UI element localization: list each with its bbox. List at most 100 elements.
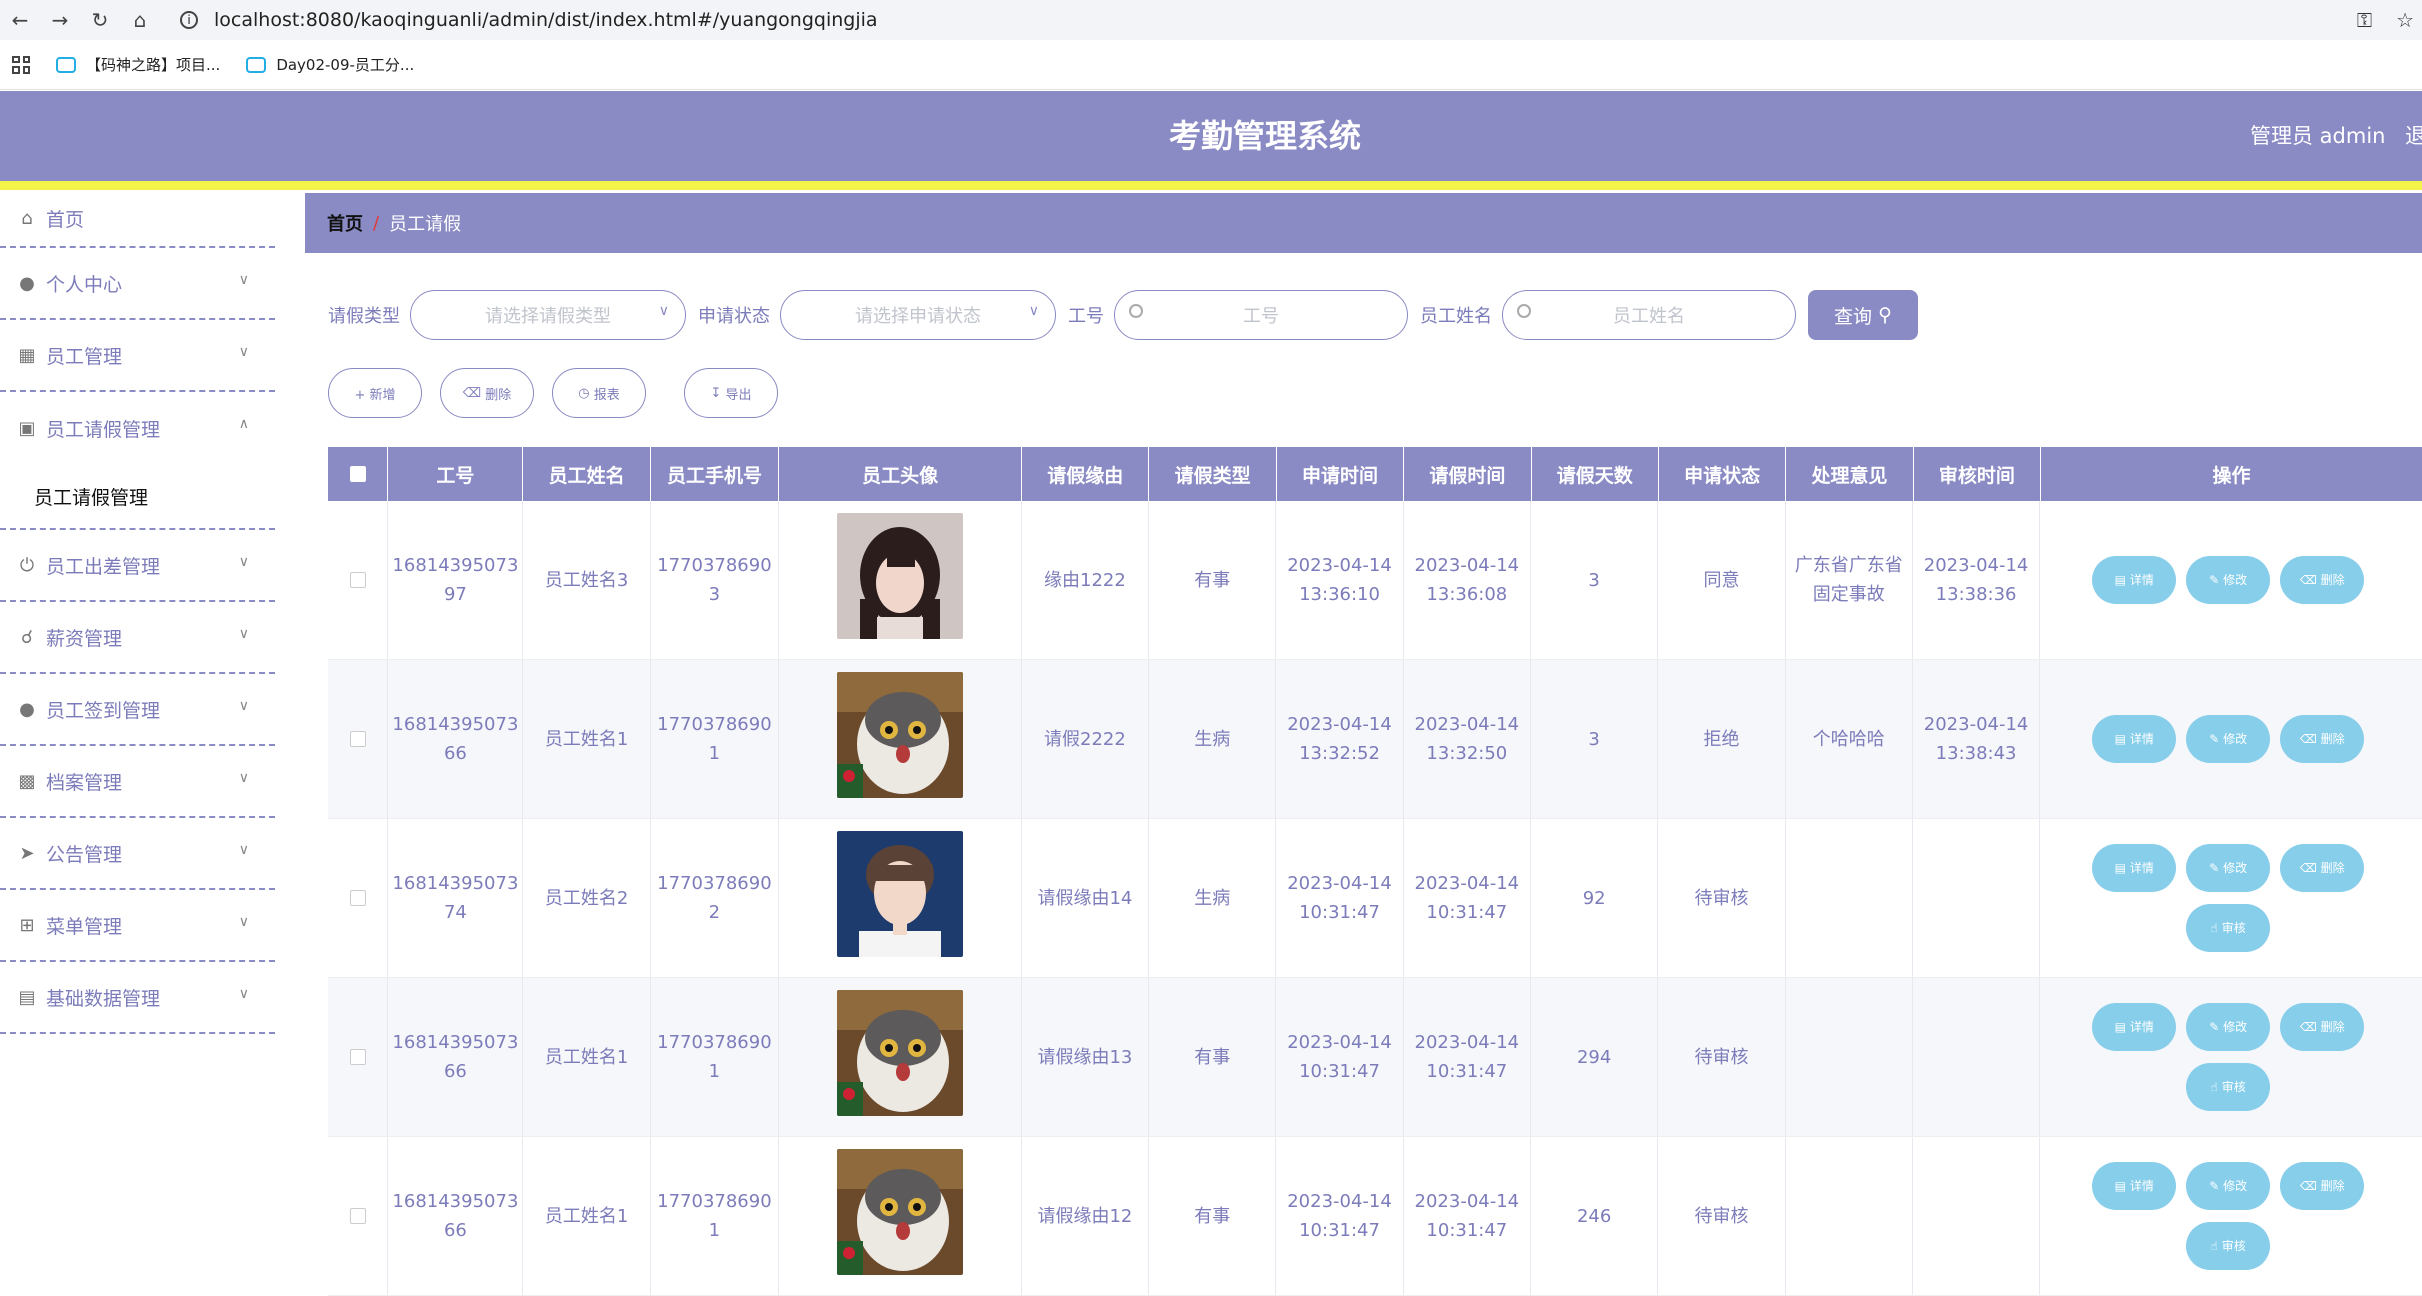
- header-audit-time[interactable]: 审核时间: [1914, 447, 2041, 501]
- cell-type: 有事: [1149, 1137, 1277, 1295]
- sidebar-item-menus[interactable]: ⊞ 菜单管理 ∨: [0, 890, 275, 962]
- sidebar-item-base-data[interactable]: ▤ 基础数据管理 ∨: [0, 962, 275, 1034]
- briefcase-icon: ▣: [18, 417, 36, 439]
- back-icon[interactable]: ←: [0, 0, 40, 40]
- header-type[interactable]: 请假类型: [1149, 447, 1277, 501]
- delete-row-button[interactable]: ⌫ 删除: [2280, 1162, 2365, 1210]
- add-button[interactable]: + 新增: [328, 368, 422, 418]
- export-button[interactable]: ↧ 导出: [684, 368, 778, 418]
- detail-button[interactable]: ▤ 详情: [2092, 556, 2177, 604]
- header-employee-id[interactable]: 工号: [388, 447, 524, 501]
- bookmarks-bar: 【码神之路】项目... Day02-09-员工分...: [0, 40, 2422, 90]
- header-operations: 操作: [2212, 464, 2251, 487]
- report-button[interactable]: ◷ 报表: [552, 368, 646, 418]
- edit-button[interactable]: ✎ 修改: [2186, 1003, 2271, 1051]
- cell-employee-id: 1681439507366: [388, 660, 524, 818]
- apply-status-select[interactable]: 请选择申请状态 ∨: [780, 290, 1056, 340]
- row-checkbox[interactable]: [349, 890, 366, 906]
- row-checkbox[interactable]: [349, 1049, 366, 1065]
- cell-audit-time: [1913, 819, 2041, 977]
- query-button[interactable]: 查询 ⚲: [1808, 290, 1918, 340]
- cell-avatar: [779, 501, 1022, 659]
- audit-button[interactable]: ☝ 审核: [2186, 1063, 2271, 1111]
- leave-table: 工号 员工姓名 员工手机号 员工头像 请假缘由 请假类型 申请时间 请假时间 请…: [328, 447, 2422, 1296]
- sidebar-item-signin[interactable]: ● 员工签到管理 ∨: [0, 674, 275, 746]
- row-checkbox[interactable]: [349, 1208, 366, 1224]
- detail-button[interactable]: ▤ 详情: [2092, 1003, 2177, 1051]
- cell-phone: 17703786901: [651, 978, 780, 1136]
- audit-button[interactable]: ☝ 审核: [2186, 1222, 2271, 1270]
- leave-type-select[interactable]: 请选择请假类型 ∨: [410, 290, 686, 340]
- avatar[interactable]: [836, 830, 963, 966]
- bilibili-icon: [56, 56, 76, 73]
- avatar[interactable]: [836, 671, 963, 807]
- employee-name-input[interactable]: 员工姓名: [1502, 290, 1796, 340]
- cell-employee-name: 员工姓名1: [523, 660, 651, 818]
- browser-toolbar: ← → ↻ ⌂ i localhost:8080/kaoqinguanli/ad…: [0, 0, 2422, 40]
- sidebar-item-leave[interactable]: ▣ 员工请假管理 ∧: [0, 392, 275, 464]
- header-phone[interactable]: 员工手机号: [651, 447, 780, 501]
- row-select-cell: [328, 1137, 389, 1295]
- avatar[interactable]: [836, 989, 963, 1125]
- table-body: 1681439507397 员工姓名3 17703786903 缘由1222 有事 202…: [328, 501, 2422, 1296]
- sidebar-item-salary[interactable]: ☌ 薪资管理 ∨: [0, 602, 275, 674]
- header-opinion[interactable]: 处理意见: [1786, 447, 1914, 501]
- address-bar[interactable]: i localhost:8080/kaoqinguanli/admin/dist…: [180, 4, 2340, 36]
- header-apply-time[interactable]: 申请时间: [1277, 447, 1405, 501]
- cell-leave-time: 2023-04-14 10:31:47: [1404, 819, 1531, 977]
- detail-button[interactable]: ▤ 详情: [2092, 715, 2177, 763]
- password-key-icon[interactable]: ⚿: [2357, 8, 2372, 32]
- leave-type-label: 请假类型: [328, 306, 400, 327]
- select-all-checkbox[interactable]: [349, 466, 366, 482]
- submenu-item-leave-management[interactable]: 员工请假管理: [0, 464, 275, 528]
- site-info-icon[interactable]: i: [180, 11, 198, 29]
- cell-employee-name: 员工姓名1: [523, 1137, 651, 1295]
- sidebar-item-notices[interactable]: ➤ 公告管理 ∨: [0, 818, 275, 890]
- chevron-down-icon: ∨: [238, 698, 249, 714]
- breadcrumb-home[interactable]: 首页: [327, 210, 363, 236]
- header-status[interactable]: 申请状态: [1659, 447, 1787, 501]
- header-employee-name[interactable]: 员工姓名: [523, 447, 651, 501]
- sidebar-item-home[interactable]: ⌂ 首页: [0, 190, 275, 248]
- sidebar-item-employees[interactable]: ▦ 员工管理 ∨: [0, 320, 275, 392]
- trash-icon: ⌫: [2299, 731, 2321, 746]
- home-icon[interactable]: ⌂: [120, 0, 160, 40]
- delete-button[interactable]: ⌫ 删除: [440, 368, 534, 418]
- edit-button[interactable]: ✎ 修改: [2186, 556, 2271, 604]
- sidebar-item-archives[interactable]: ▩ 档案管理 ∨: [0, 746, 275, 818]
- header-leave-time[interactable]: 请假时间: [1404, 447, 1532, 501]
- apps-icon[interactable]: [12, 55, 30, 74]
- edit-button[interactable]: ✎ 修改: [2186, 1162, 2271, 1210]
- header-avatar[interactable]: 员工头像: [779, 447, 1023, 501]
- send-icon: ➤: [19, 842, 35, 864]
- logout-link[interactable]: 退: [2405, 91, 2422, 181]
- row-checkbox[interactable]: [349, 572, 366, 588]
- bookmark-star-icon[interactable]: ☆: [2396, 8, 2414, 32]
- cell-reason: 请假2222: [1022, 660, 1150, 818]
- reload-icon[interactable]: ↻: [80, 0, 120, 40]
- header-reason[interactable]: 请假缘由: [1022, 447, 1150, 501]
- grid-icon: ▦: [18, 344, 36, 366]
- edit-button[interactable]: ✎ 修改: [2186, 715, 2271, 763]
- detail-button[interactable]: ▤ 详情: [2092, 1162, 2177, 1210]
- cell-employee-id: 1681439507397: [388, 501, 524, 659]
- delete-row-button[interactable]: ⌫ 删除: [2280, 844, 2365, 892]
- cell-avatar: [779, 660, 1022, 818]
- employee-id-input[interactable]: 工号: [1114, 290, 1408, 340]
- bookmark-item[interactable]: Day02-09-员工分...: [246, 54, 414, 75]
- trash-icon: ⌫: [2299, 1019, 2321, 1034]
- edit-button[interactable]: ✎ 修改: [2186, 844, 2271, 892]
- delete-row-button[interactable]: ⌫ 删除: [2280, 1003, 2365, 1051]
- audit-button[interactable]: ☝ 审核: [2186, 904, 2271, 952]
- delete-row-button[interactable]: ⌫ 删除: [2280, 556, 2365, 604]
- delete-row-button[interactable]: ⌫ 删除: [2280, 715, 2365, 763]
- sidebar-item-business-trip[interactable]: ⏻ 员工出差管理 ∨: [0, 530, 275, 602]
- sidebar-item-profile[interactable]: ● 个人中心 ∨: [0, 248, 275, 320]
- forward-icon[interactable]: →: [40, 0, 80, 40]
- avatar[interactable]: [836, 1148, 963, 1284]
- detail-button[interactable]: ▤ 详情: [2092, 844, 2177, 892]
- row-checkbox[interactable]: [349, 731, 366, 747]
- bookmark-item[interactable]: 【码神之路】项目...: [56, 54, 220, 75]
- avatar[interactable]: [836, 512, 963, 648]
- header-days[interactable]: 请假天数: [1532, 447, 1659, 501]
